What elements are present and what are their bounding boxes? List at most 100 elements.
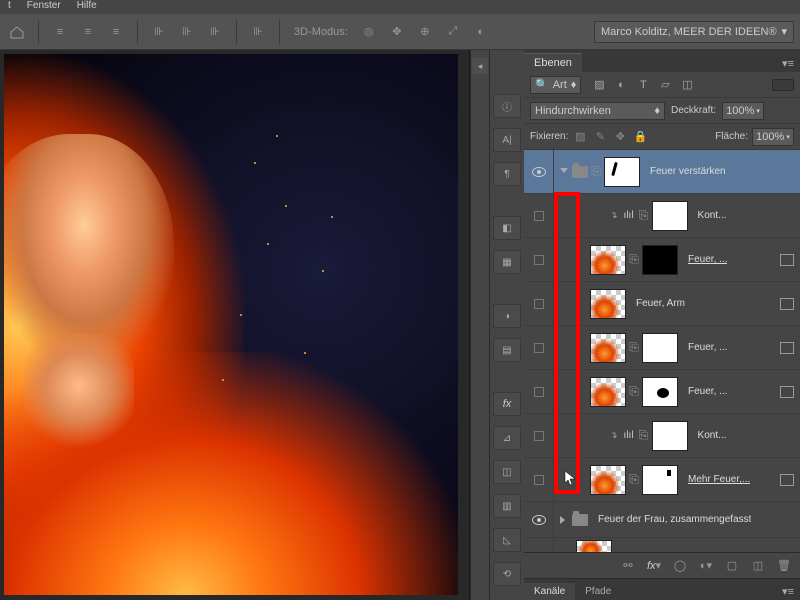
layer-row[interactable]: ⎘ Feuer, ... [524, 326, 800, 370]
layer-name[interactable]: Kont... [698, 210, 727, 221]
adjustments-icon[interactable]: ◧ [493, 216, 521, 240]
lock-all-icon[interactable]: 🔒 [632, 130, 648, 144]
filter-type-icon[interactable]: T [635, 78, 651, 92]
blend-mode-dropdown[interactable]: Hindurchwirken♦ [530, 102, 665, 120]
layer-filter-dropdown[interactable]: 🔍Art♦ [530, 76, 581, 94]
paragraph-icon[interactable]: ¶ [493, 162, 521, 186]
filter-adj-icon[interactable]: ◐ [613, 78, 629, 92]
visibility-toggle[interactable] [524, 414, 554, 457]
layer-row[interactable]: ⎘ Mehr Feuer,... [524, 458, 800, 502]
fx-icon[interactable]: fx [493, 392, 521, 416]
mask-thumbnail[interactable] [642, 377, 678, 407]
mask-thumbnail[interactable] [642, 245, 678, 275]
layer-row[interactable]: Feuer, Arm [524, 282, 800, 326]
layer-row[interactable] [524, 538, 800, 552]
layer-row[interactable]: ↴ ılıl ⎘ Kont... [524, 194, 800, 238]
menubar[interactable]: t Fenster Hilfe [0, 0, 800, 14]
align-icon[interactable]: ≡ [49, 21, 71, 43]
fx-indicator-icon[interactable] [780, 386, 794, 398]
mask-thumbnail[interactable] [642, 465, 678, 495]
group-icon[interactable]: ▢ [724, 559, 740, 573]
menu-item[interactable]: Fenster [27, 0, 61, 14]
channels-icon[interactable]: ▥ [493, 494, 521, 518]
adjustment-icon[interactable]: ◐▾ [698, 559, 714, 573]
visibility-toggle[interactable] [524, 238, 554, 281]
lock-position-icon[interactable]: ✥ [612, 130, 628, 144]
filter-shape-icon[interactable]: ▱ [657, 78, 673, 92]
fx-icon[interactable]: fx▾ [646, 559, 662, 573]
fx-indicator-icon[interactable] [780, 298, 794, 310]
layer-thumbnail[interactable] [576, 540, 612, 553]
align-icon[interactable]: ≡ [77, 21, 99, 43]
align-icon[interactable]: ≡ [105, 21, 127, 43]
pan-icon[interactable]: ✥ [386, 21, 408, 43]
tab-layers[interactable]: Ebenen [524, 53, 582, 72]
layer-row[interactable]: ↴ ılıl ⎘ Kont... [524, 414, 800, 458]
tab-paths[interactable]: Pfade [575, 583, 621, 600]
layers-icon[interactable]: ◫ [493, 460, 521, 484]
menu-item[interactable]: t [8, 0, 11, 14]
layer-row[interactable]: ⎘ Feuer, ... [524, 370, 800, 414]
document-canvas[interactable] [4, 54, 458, 595]
styles-icon[interactable]: ▦ [493, 250, 521, 274]
paths-icon[interactable]: ◺ [493, 528, 521, 552]
layer-name[interactable]: Feuer verstärken [650, 166, 726, 177]
layer-name[interactable]: Feuer, ... [688, 342, 727, 353]
layer-thumbnail[interactable] [590, 289, 626, 319]
layer-thumbnail[interactable] [590, 377, 626, 407]
layer-name[interactable]: Feuer der Frau, zusammengefasst [598, 514, 751, 525]
character-icon[interactable]: A| [493, 128, 521, 152]
layer-name[interactable]: Feuer, ... [688, 254, 727, 265]
tab-channels[interactable]: Kanäle [524, 583, 575, 600]
brush-icon[interactable]: ⊿ [493, 426, 521, 450]
scale-icon[interactable]: ⤢ [442, 21, 464, 43]
disclosure-icon[interactable] [560, 168, 568, 176]
layer-row-group[interactable]: ⎘ Feuer verstärken [524, 150, 800, 194]
fill-input[interactable]: 100%▾ [752, 128, 794, 146]
filter-smart-icon[interactable]: ◫ [679, 78, 695, 92]
visibility-toggle[interactable] [524, 458, 554, 501]
visibility-toggle[interactable] [524, 194, 554, 237]
new-layer-icon[interactable]: ◫ [750, 559, 766, 573]
mask-thumbnail[interactable] [604, 157, 640, 187]
mask-icon[interactable]: ◯ [672, 559, 688, 573]
visibility-toggle[interactable] [524, 150, 554, 193]
layer-row[interactable]: ⎘ Feuer, ... [524, 238, 800, 282]
disclosure-icon[interactable] [560, 516, 568, 524]
trash-icon[interactable]: 🗑 [776, 559, 792, 573]
layer-name[interactable]: Feuer, Arm [636, 298, 685, 309]
mask-thumbnail[interactable] [642, 333, 678, 363]
dock-expand-icon[interactable]: ◂ [472, 58, 488, 74]
history-icon[interactable]: ⟲ [493, 562, 521, 586]
filter-toggle[interactable] [772, 79, 794, 91]
light-icon[interactable]: ◐ [470, 21, 492, 43]
layer-thumbnail[interactable] [590, 333, 626, 363]
layer-name[interactable]: Mehr Feuer,... [688, 474, 750, 485]
panel-menu-icon[interactable]: ▾≡ [776, 55, 800, 72]
visibility-toggle[interactable] [524, 282, 554, 325]
swatches-icon[interactable]: ▤ [493, 338, 521, 362]
workspace-dropdown[interactable]: Marco Kolditz, MEER DER IDEEN® ▾ [594, 21, 794, 43]
orbit-icon[interactable]: ◎ [358, 21, 380, 43]
panel-menu-icon[interactable]: ▾≡ [776, 583, 800, 600]
distribute-icon[interactable]: ⊪ [176, 21, 198, 43]
opacity-input[interactable]: 100%▾ [722, 102, 764, 120]
layer-thumbnail[interactable] [590, 465, 626, 495]
color-icon[interactable]: ◑ [493, 304, 521, 328]
distribute-icon[interactable]: ⊪ [204, 21, 226, 43]
layer-row-group[interactable]: Feuer der Frau, zusammengefasst [524, 502, 800, 538]
distribute-icon[interactable]: ⊪ [247, 21, 269, 43]
lock-transparency-icon[interactable]: ▨ [572, 130, 588, 144]
mask-thumbnail[interactable] [652, 421, 688, 451]
fx-indicator-icon[interactable] [780, 474, 794, 486]
lock-pixels-icon[interactable]: ✎ [592, 130, 608, 144]
filter-image-icon[interactable]: ▨ [591, 78, 607, 92]
move-icon[interactable]: ⊕ [414, 21, 436, 43]
layer-name[interactable]: Feuer, ... [688, 386, 727, 397]
layer-name[interactable]: Kont... [698, 430, 727, 441]
visibility-toggle[interactable] [524, 326, 554, 369]
info-icon[interactable]: ⓘ [493, 94, 521, 118]
menu-item[interactable]: Hilfe [77, 0, 97, 14]
distribute-icon[interactable]: ⊪ [148, 21, 170, 43]
visibility-toggle[interactable] [524, 502, 554, 537]
